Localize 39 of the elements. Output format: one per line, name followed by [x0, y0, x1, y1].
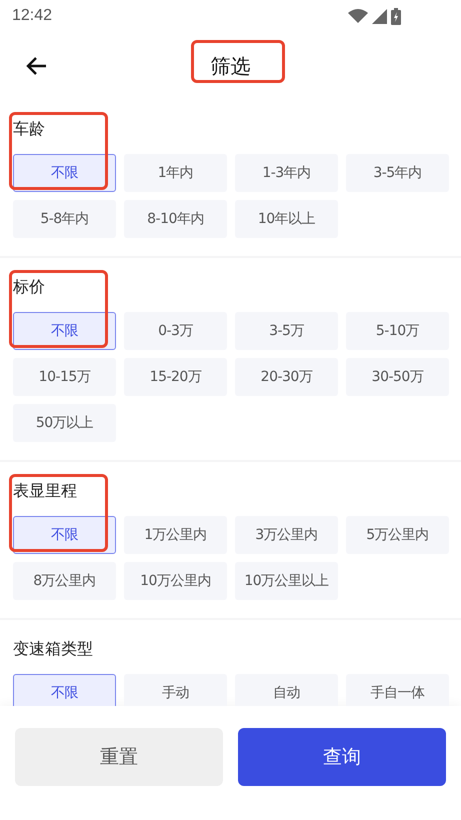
filter-chip[interactable]: 20-30万 — [235, 358, 338, 396]
filter-chip[interactable]: 不限 — [13, 674, 116, 706]
filter-chip[interactable]: 不限 — [13, 312, 116, 350]
filter-chip[interactable]: 10万公里以上 — [235, 562, 338, 600]
filter-chip[interactable]: 不限 — [13, 154, 116, 192]
filter-chip[interactable]: 手自一体 — [346, 674, 449, 706]
section-title: 标价 — [13, 276, 46, 298]
filter-chip[interactable]: 8万公里内 — [13, 562, 116, 600]
filter-chip[interactable]: 10万公里内 — [124, 562, 227, 600]
filter-chip[interactable]: 1年内 — [124, 154, 227, 192]
filter-chip[interactable]: 10年以上 — [235, 200, 338, 238]
filter-chip[interactable]: 1-3年内 — [235, 154, 338, 192]
filter-chip[interactable]: 15-20万 — [124, 358, 227, 396]
filter-chip[interactable]: 手动 — [124, 674, 227, 706]
filter-chip[interactable]: 8-10年内 — [124, 200, 227, 238]
wifi-icon — [348, 9, 368, 23]
section-title: 车龄 — [13, 118, 46, 140]
filter-chip[interactable]: 1万公里内 — [124, 516, 227, 554]
filter-chip[interactable]: 自动 — [235, 674, 338, 706]
page-title: 筛选 — [210, 54, 250, 78]
filter-chip[interactable]: 5万公里内 — [346, 516, 449, 554]
filter-chip[interactable]: 0-3万 — [124, 312, 227, 350]
section-title: 变速箱类型 — [13, 638, 94, 660]
filter-chip[interactable]: 3-5万 — [235, 312, 338, 350]
reset-button[interactable]: 重置 — [15, 728, 223, 786]
filter-chip[interactable]: 5-10万 — [346, 312, 449, 350]
filter-chip[interactable]: 30-50万 — [346, 358, 449, 396]
back-arrow-icon[interactable] — [25, 56, 47, 76]
signal-icon — [372, 8, 387, 24]
section-title: 表显里程 — [13, 480, 78, 502]
filter-chip[interactable]: 3万公里内 — [235, 516, 338, 554]
filter-chip[interactable]: 不限 — [13, 516, 116, 554]
status-time: 12:42 — [12, 7, 52, 25]
filter-chip[interactable]: 10-15万 — [13, 358, 116, 396]
query-button[interactable]: 查询 — [238, 728, 446, 786]
filter-chip[interactable]: 5-8年内 — [13, 200, 116, 238]
filter-chip[interactable]: 50万以上 — [13, 404, 116, 442]
battery-icon — [391, 8, 401, 24]
filter-chip[interactable]: 3-5年内 — [346, 154, 449, 192]
